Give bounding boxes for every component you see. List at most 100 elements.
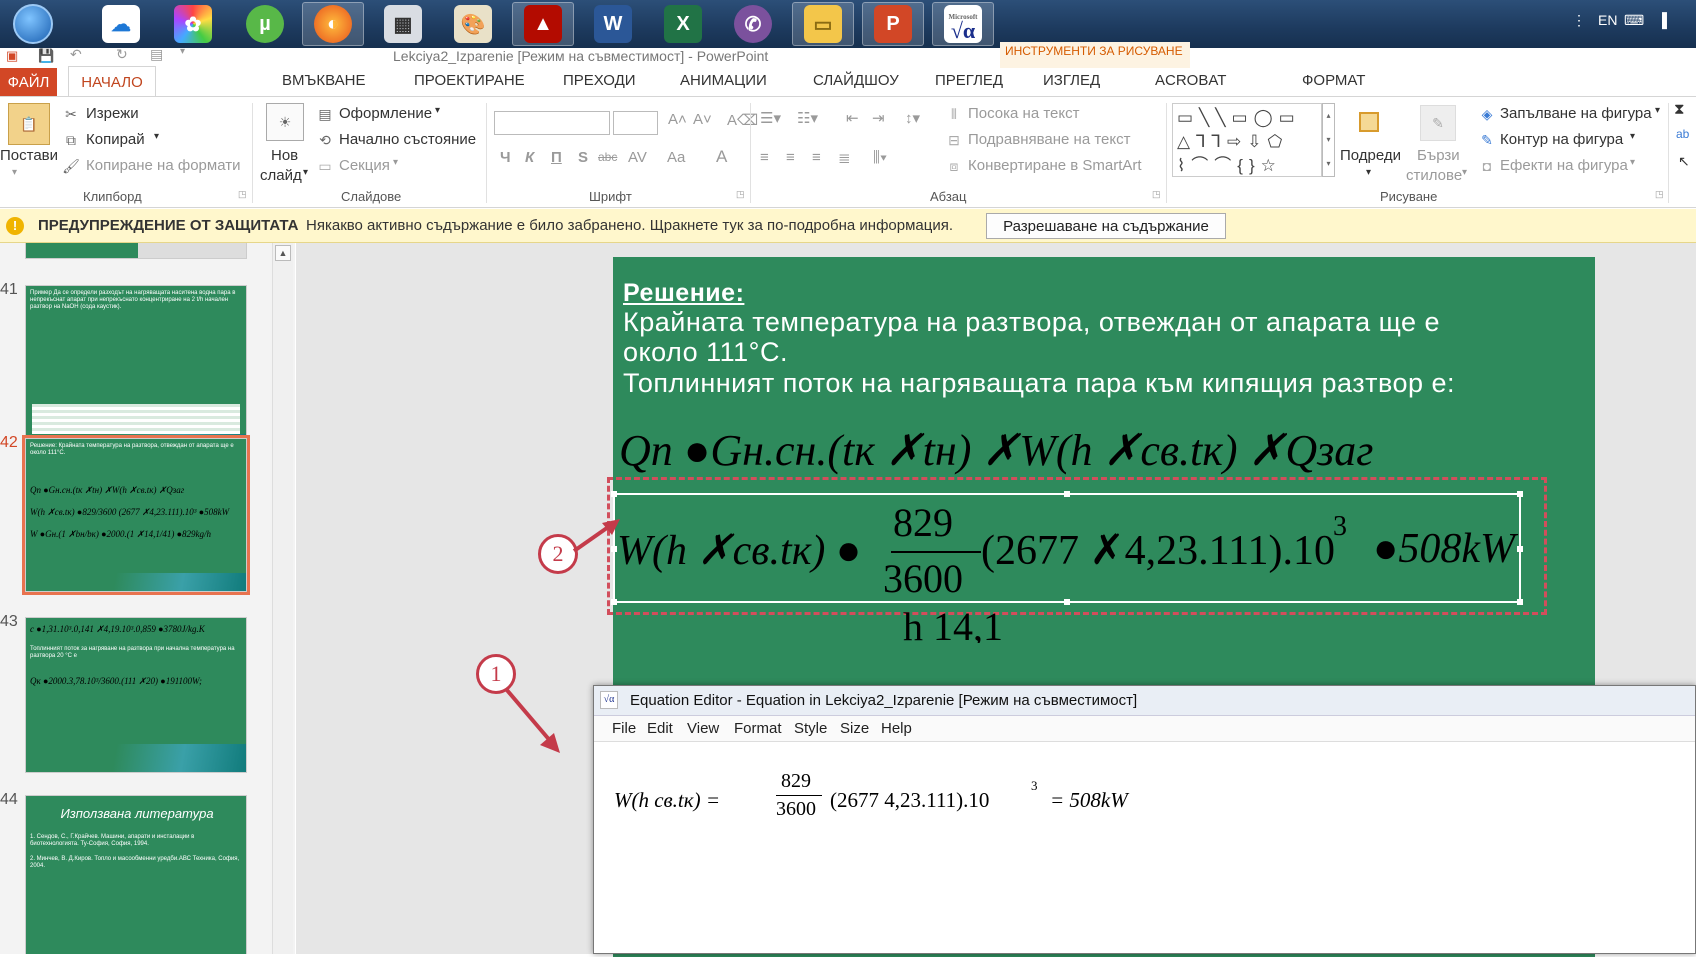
- equation-heat-balance[interactable]: Qn ●Gн.cн.(tк ✗tн) ✗W(h ✗cв.tк) ✗Qзаг: [619, 425, 1373, 476]
- quick-styles-button[interactable]: Бързи: [1417, 147, 1460, 164]
- shadow-button[interactable]: S: [578, 149, 588, 166]
- grow-font-icon[interactable]: A˄: [668, 111, 687, 128]
- columns-icon[interactable]: ⫼▾: [873, 149, 887, 166]
- underline-button[interactable]: П: [551, 149, 562, 166]
- thumbnail-40-partial[interactable]: [25, 243, 247, 259]
- selection-handle[interactable]: [1064, 599, 1070, 605]
- qat-customize-icon[interactable]: ▾: [180, 46, 185, 57]
- change-case-button[interactable]: Aa: [667, 149, 685, 166]
- find-icon[interactable]: ⧗: [1674, 101, 1685, 118]
- warning-message[interactable]: Някакво активно съдържание е било забран…: [306, 217, 953, 234]
- excel-icon[interactable]: X: [652, 2, 714, 46]
- copy-button[interactable]: Копирай: [86, 131, 145, 148]
- decrease-indent-icon[interactable]: ⇤: [846, 109, 859, 127]
- align-left-icon[interactable]: ≡: [760, 149, 769, 166]
- powerpoint-icon[interactable]: P: [862, 2, 924, 46]
- cut-button[interactable]: Изрежи: [86, 105, 139, 122]
- save-icon[interactable]: 💾: [38, 48, 54, 64]
- selection-handle[interactable]: [1517, 599, 1523, 605]
- reset-button[interactable]: Начално състояние: [339, 131, 476, 148]
- clipboard-launcher-icon[interactable]: ◳: [238, 189, 247, 200]
- align-right-icon[interactable]: ≡: [812, 149, 821, 166]
- font-color-button[interactable]: A: [716, 147, 727, 167]
- paste-dropdown-icon[interactable]: ▾: [12, 167, 17, 178]
- line-spacing-icon[interactable]: ↕▾: [905, 109, 920, 127]
- copy-dropdown-icon[interactable]: ▾: [154, 131, 159, 142]
- utorrent-icon[interactable]: µ: [234, 2, 296, 46]
- shape-effects-dropdown-icon[interactable]: ▾: [1630, 157, 1635, 168]
- paint-icon[interactable]: 🎨: [442, 2, 504, 46]
- bullets-icon[interactable]: ☰▾: [760, 109, 781, 127]
- menu-size[interactable]: Size: [840, 720, 869, 737]
- undo-icon[interactable]: ↶: [70, 46, 82, 63]
- tab-format[interactable]: ФОРМАТ: [1302, 72, 1365, 89]
- redo-icon[interactable]: ↻: [116, 46, 128, 63]
- tab-view[interactable]: ИЗГЛЕД: [1043, 72, 1100, 89]
- layout-button[interactable]: Оформление: [339, 105, 432, 122]
- app-icon[interactable]: ▣: [6, 48, 18, 64]
- menu-help[interactable]: Help: [881, 720, 912, 737]
- increase-indent-icon[interactable]: ⇥: [872, 109, 885, 127]
- justify-icon[interactable]: ≣: [838, 149, 851, 167]
- menu-file[interactable]: File: [612, 720, 636, 737]
- tab-acrobat[interactable]: ACROBAT: [1155, 72, 1226, 89]
- quick-styles-dropdown-icon[interactable]: ▾: [1462, 167, 1467, 178]
- shape-fill-button[interactable]: Запълване на фигура: [1500, 105, 1652, 122]
- strikethrough-button[interactable]: abc: [598, 150, 617, 164]
- paragraph-launcher-icon[interactable]: ◳: [1152, 189, 1161, 200]
- font-launcher-icon[interactable]: ◳: [736, 189, 745, 200]
- tab-insert[interactable]: ВМЪКВАНЕ: [282, 72, 365, 89]
- photos-icon[interactable]: ✿: [162, 2, 224, 46]
- shapes-gallery[interactable]: ▭╲╲▭◯▭ △⅂⅂⇨⇩⬠ ⌇⌒⌒{}☆: [1172, 103, 1322, 177]
- new-slide-button[interactable]: Нов: [271, 147, 298, 164]
- shape-fill-dropdown-icon[interactable]: ▾: [1655, 105, 1660, 116]
- tab-design[interactable]: ПРОЕКТИРАНЕ: [414, 72, 525, 89]
- thumbnail-slide-42[interactable]: Решение: Крайната температура на разтвор…: [22, 435, 250, 595]
- select-icon[interactable]: ↖: [1678, 153, 1690, 170]
- format-painter-button[interactable]: Копиране на формати: [86, 157, 240, 174]
- shape-effects-button[interactable]: Ефекти на фигура: [1500, 157, 1628, 174]
- arrange-dropdown-icon[interactable]: ▾: [1366, 167, 1371, 178]
- equation-editor-icon[interactable]: Microsoft √α: [932, 2, 994, 46]
- selection-handle[interactable]: [1517, 491, 1523, 497]
- tab-file[interactable]: ФАЙЛ: [0, 68, 57, 96]
- menu-style[interactable]: Style: [794, 720, 827, 737]
- layout-dropdown-icon[interactable]: ▾: [435, 105, 440, 116]
- language-indicator[interactable]: EN: [1598, 12, 1617, 28]
- explorer-icon[interactable]: ▭: [792, 2, 854, 46]
- paste-icon[interactable]: 📋: [8, 103, 50, 145]
- thumbnail-scrollbar[interactable]: ▲: [272, 243, 293, 954]
- selection-handle[interactable]: [1064, 491, 1070, 497]
- viber-icon[interactable]: ✆: [722, 2, 784, 46]
- section-button[interactable]: Секция: [339, 157, 390, 174]
- word-icon[interactable]: W: [582, 2, 644, 46]
- equation-editor-workspace[interactable]: W(h cв.tк) = 829 3600 (2677 4,23.111).10…: [594, 742, 1695, 955]
- shrink-font-icon[interactable]: A˅: [693, 111, 712, 128]
- firefox-icon[interactable]: ◐: [302, 2, 364, 46]
- shape-outline-button[interactable]: Контур на фигура: [1500, 131, 1623, 148]
- thumbnail-slide-41[interactable]: Пример Да се определи разходът на нагряв…: [25, 285, 247, 450]
- security-warning-bar[interactable]: ! ПРЕДУПРЕЖДЕНИЕ ОТ ЗАЩИТАТА Някакво акт…: [0, 209, 1696, 243]
- shape-outline-dropdown-icon[interactable]: ▾: [1630, 131, 1635, 142]
- menu-format[interactable]: Format: [734, 720, 782, 737]
- text-direction-button[interactable]: Посока на текст: [968, 105, 1079, 122]
- tab-animations[interactable]: АНИМАЦИИ: [680, 72, 767, 89]
- thumbnail-slide-44[interactable]: Използвана литература 1. Сендов, С., Г.К…: [25, 795, 247, 954]
- drawing-launcher-icon[interactable]: ◳: [1655, 189, 1664, 200]
- show-hidden-icons[interactable]: ⋮: [1572, 12, 1586, 29]
- replace-icon[interactable]: ab: [1676, 127, 1689, 141]
- font-size-input[interactable]: [613, 111, 658, 135]
- editor-equation-left[interactable]: W(h cв.tк) =: [614, 788, 720, 813]
- keyboard-icon[interactable]: ⌨: [1624, 12, 1644, 29]
- bold-button[interactable]: Ч: [500, 149, 511, 166]
- font-name-input[interactable]: [494, 111, 610, 135]
- tab-review[interactable]: ПРЕГЛЕД: [935, 72, 1003, 89]
- align-center-icon[interactable]: ≡: [786, 149, 795, 166]
- tab-home[interactable]: НАЧАЛО: [68, 66, 156, 97]
- enable-content-button[interactable]: Разрешаване на съдържание: [986, 213, 1226, 239]
- thumbnail-slide-43[interactable]: c ●1,31.10³.0,141 ✗4,19.10³.0,859 ●3780J…: [25, 617, 247, 773]
- selection-handle[interactable]: [611, 491, 617, 497]
- arrange-button[interactable]: Подреди: [1340, 147, 1401, 164]
- align-text-button[interactable]: Подравняване на текст: [968, 131, 1130, 148]
- windows-start-icon[interactable]: [2, 2, 64, 46]
